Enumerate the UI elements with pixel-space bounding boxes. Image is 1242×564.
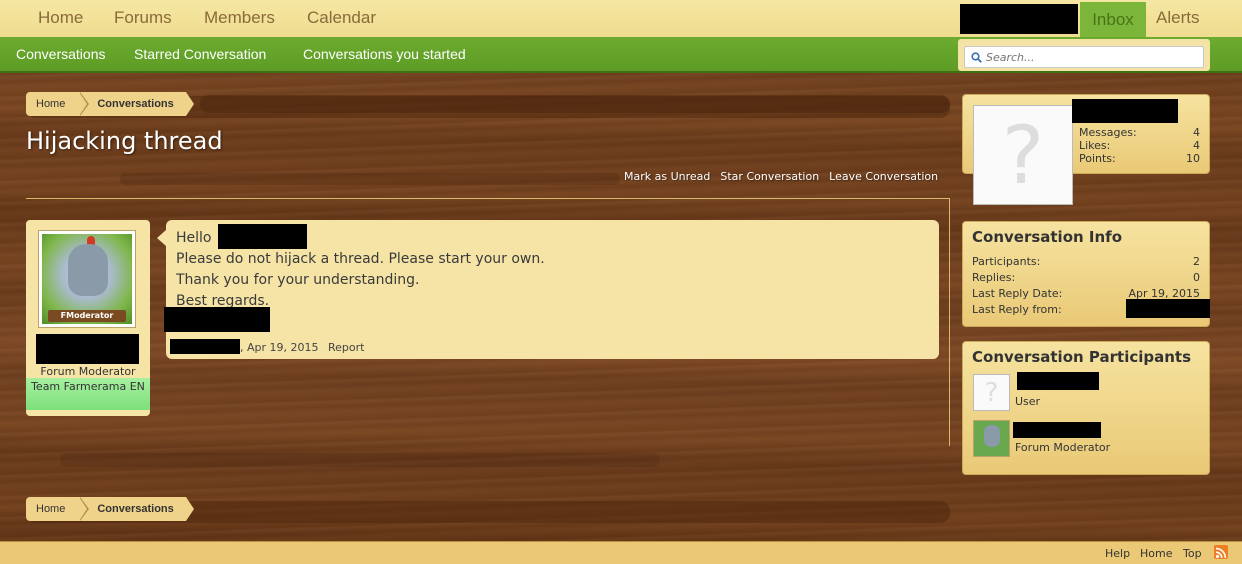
participant-role: User	[1015, 395, 1041, 408]
stat-points: Points: 10	[1079, 152, 1200, 165]
breadcrumb-conversations[interactable]: Conversations	[79, 497, 195, 521]
footer: Help Home Top	[0, 541, 1242, 564]
breadcrumb-conversations[interactable]: Conversations	[79, 92, 195, 116]
star-conversation-link[interactable]: Star Conversation	[720, 170, 819, 183]
knight-horse-image	[68, 244, 108, 296]
breadcrumb-home[interactable]: Home	[26, 92, 90, 116]
redacted-participant-name	[1017, 372, 1099, 390]
info-replies: Replies: 0	[972, 271, 1200, 284]
redacted-meta-author	[170, 339, 240, 354]
message-line: Thank you for your understanding.	[176, 272, 420, 288]
subnav-conversations-you-started[interactable]: Conversations you started	[303, 46, 466, 62]
nav-tab-members[interactable]: Members	[204, 8, 275, 28]
conversation-info-heading: Conversation Info	[972, 228, 1122, 246]
footer-help-link[interactable]: Help	[1105, 547, 1130, 560]
profile-avatar[interactable]: ?	[973, 105, 1073, 205]
subnav-starred-conversation[interactable]: Starred Conversation	[134, 46, 266, 62]
message-bubble: Hello Please do not hijack a thread. Ple…	[157, 220, 939, 359]
redacted-profile-name	[1072, 99, 1178, 123]
participant-avatar[interactable]: ?	[973, 374, 1010, 411]
breadcrumb-bottom: Home Conversations	[26, 497, 195, 521]
greeting: Hello	[176, 230, 212, 246]
breadcrumb: Home Conversations	[26, 92, 195, 116]
conversation-participants-panel: Conversation Participants ? User Forum M…	[962, 341, 1210, 475]
participant-role: Forum Moderator	[1015, 441, 1111, 454]
message-date[interactable]: , Apr 19, 2015	[240, 341, 319, 354]
message-meta: , Apr 19, 2015 Report	[240, 341, 370, 354]
leave-conversation-link[interactable]: Leave Conversation	[829, 170, 938, 183]
author-role: Forum Moderator	[40, 365, 136, 378]
search-icon	[971, 51, 982, 63]
visitor-profile-panel: ? Messages: 4 Likes: 4 Points: 10	[962, 94, 1210, 205]
nav-tab-forums[interactable]: Forums	[114, 8, 172, 28]
conversation-actions: Mark as Unread Star Conversation Leave C…	[624, 170, 938, 183]
redacted-participant-name	[1013, 422, 1101, 438]
stat-messages: Messages: 4	[1079, 126, 1200, 139]
search-container	[958, 39, 1210, 71]
nav-tab-calendar[interactable]: Calendar	[307, 8, 376, 28]
inbox-label: Inbox	[1092, 9, 1134, 29]
participant-avatar-moderator[interactable]	[973, 420, 1010, 457]
page-title: Hijacking thread	[26, 127, 223, 155]
moderator-badge: FModerator	[48, 310, 126, 322]
nav-tab-inbox[interactable]: Inbox	[1080, 2, 1146, 37]
divider-vertical	[949, 198, 950, 446]
author-team-banner: Team Farmerama EN	[26, 378, 150, 410]
top-nav: Home Forums Members Calendar Inbox Alert…	[0, 0, 1242, 37]
redacted-author-name	[36, 334, 139, 364]
info-participants: Participants: 2	[972, 255, 1200, 268]
redacted-last-reply-from	[1126, 299, 1210, 318]
footer-home-link[interactable]: Home	[1140, 547, 1172, 560]
search-input[interactable]	[986, 50, 1186, 64]
divider	[26, 198, 950, 199]
breadcrumb-home[interactable]: Home	[26, 497, 90, 521]
redacted-username	[960, 4, 1078, 34]
participants-heading: Conversation Participants	[972, 348, 1192, 366]
mark-as-unread-link[interactable]: Mark as Unread	[624, 170, 710, 183]
nav-tab-alerts[interactable]: Alerts	[1156, 8, 1199, 28]
author-avatar[interactable]: FModerator	[38, 230, 136, 328]
footer-top-link[interactable]: Top	[1183, 547, 1202, 560]
rss-icon[interactable]	[1214, 545, 1228, 559]
conversation-info-panel: Conversation Info Participants: 2 Replies…	[962, 221, 1210, 327]
message-author-card: FModerator Forum Moderator Team Farmeram…	[26, 220, 150, 416]
redacted-signature	[164, 307, 270, 332]
stat-likes: Likes: 4	[1079, 139, 1200, 152]
nav-tab-home[interactable]: Home	[38, 8, 83, 28]
redacted-recipient	[218, 224, 307, 249]
message-line: Please do not hijack a thread. Please st…	[176, 251, 545, 267]
subnav-conversations[interactable]: Conversations	[16, 46, 106, 62]
search-box[interactable]	[964, 46, 1204, 68]
report-link[interactable]: Report	[328, 341, 364, 354]
